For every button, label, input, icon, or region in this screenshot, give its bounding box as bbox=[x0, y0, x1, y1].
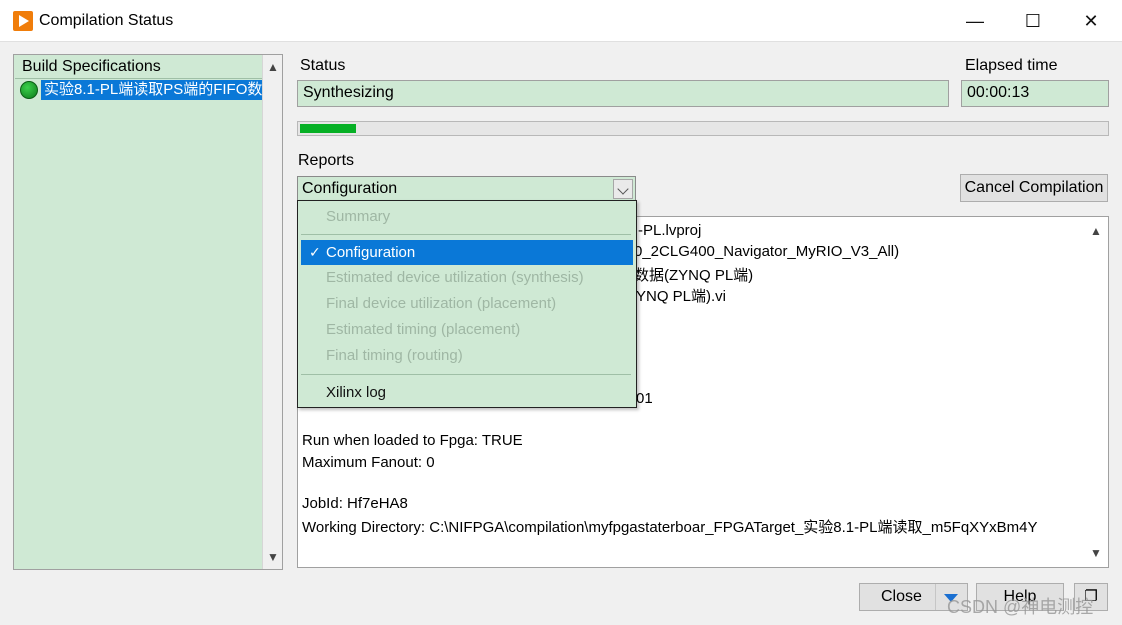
scroll-up-icon[interactable]: ▲ bbox=[1084, 221, 1108, 241]
report-line: Run when loaded to Fpga: TRUE bbox=[302, 432, 523, 449]
menu-item-final-timing[interactable]: Final timing (routing) bbox=[301, 343, 633, 368]
report-line: -PL.lvproj bbox=[638, 222, 702, 239]
reports-selected-value: Configuration bbox=[302, 180, 398, 197]
reports-dropdown[interactable]: Configuration bbox=[297, 176, 636, 202]
chevron-down-icon[interactable] bbox=[613, 179, 633, 199]
menu-item-final-device-utilization[interactable]: Final device utilization (placement) bbox=[301, 291, 633, 316]
status-label: Status bbox=[300, 57, 346, 74]
minimize-button[interactable]: — bbox=[946, 0, 1004, 42]
menu-item-xilinx-log[interactable]: Xilinx log bbox=[301, 380, 633, 405]
checkmark-icon: ✓ bbox=[309, 244, 321, 260]
elapsed-time-field: 00:00:13 bbox=[961, 80, 1109, 107]
build-spec-label: 实验8.1-PL端读取PS端的FIFO数据 bbox=[41, 80, 263, 100]
progress-bar bbox=[297, 121, 1109, 136]
report-line: Maximum Fanout: 0 bbox=[302, 454, 435, 471]
cancel-compilation-button[interactable]: Cancel Compilation bbox=[960, 174, 1108, 202]
menu-item-estimated-timing[interactable]: Estimated timing (placement) bbox=[301, 317, 633, 342]
menu-item-configuration[interactable]: ✓ Configuration bbox=[301, 240, 633, 265]
reports-dropdown-menu: Summary ✓ Configuration Estimated device… bbox=[297, 200, 637, 408]
scroll-down-icon[interactable]: ▼ bbox=[263, 547, 283, 567]
report-line: 0_2CLG400_Navigator_MyRIO_V3_All) bbox=[634, 243, 900, 260]
header-divider bbox=[15, 78, 263, 79]
window-title: Compilation Status bbox=[39, 12, 174, 29]
report-line: 数据(ZYNQ PL端) bbox=[634, 267, 754, 284]
build-spec-item[interactable]: 实验8.1-PL端读取PS端的FIFO数据 bbox=[17, 80, 263, 100]
maximize-button[interactable]: ☐ bbox=[1004, 0, 1062, 42]
build-specifications-header: Build Specifications bbox=[15, 56, 263, 78]
report-scrollbar[interactable]: ▲ ▼ bbox=[1084, 217, 1108, 567]
report-line: JobId: Hf7eHA8 bbox=[302, 495, 408, 512]
status-field: Synthesizing bbox=[297, 80, 949, 107]
menu-item-label: Configuration bbox=[326, 244, 416, 261]
build-specifications-list[interactable]: Build Specifications 实验8.1-PL端读取PS端的FIFO… bbox=[13, 54, 283, 570]
watermark: CSDN @神电测控 bbox=[947, 597, 1094, 617]
title-bar: Compilation Status — ☐ ✕ bbox=[0, 0, 1122, 42]
report-line: YNQ PL端).vi bbox=[636, 288, 727, 305]
menu-item-summary[interactable]: Summary bbox=[301, 204, 633, 229]
menu-separator bbox=[301, 374, 631, 375]
app-icon bbox=[13, 11, 33, 31]
menu-separator bbox=[301, 234, 631, 235]
report-line: Working Directory: C:\NIFPGA\compilation… bbox=[302, 519, 1038, 536]
elapsed-time-label: Elapsed time bbox=[965, 57, 1058, 74]
reports-label: Reports bbox=[298, 152, 355, 169]
scroll-up-icon[interactable]: ▲ bbox=[263, 57, 283, 77]
menu-item-estimated-device-utilization[interactable]: Estimated device utilization (synthesis) bbox=[301, 265, 633, 290]
status-ok-icon bbox=[20, 81, 38, 99]
close-button-label: Close bbox=[881, 588, 922, 605]
scroll-down-icon[interactable]: ▼ bbox=[1084, 543, 1108, 563]
progress-fill bbox=[300, 124, 356, 133]
report-line: 01 bbox=[636, 390, 653, 407]
close-window-button[interactable]: ✕ bbox=[1062, 0, 1120, 42]
left-scrollbar[interactable]: ▲ ▼ bbox=[262, 55, 282, 569]
